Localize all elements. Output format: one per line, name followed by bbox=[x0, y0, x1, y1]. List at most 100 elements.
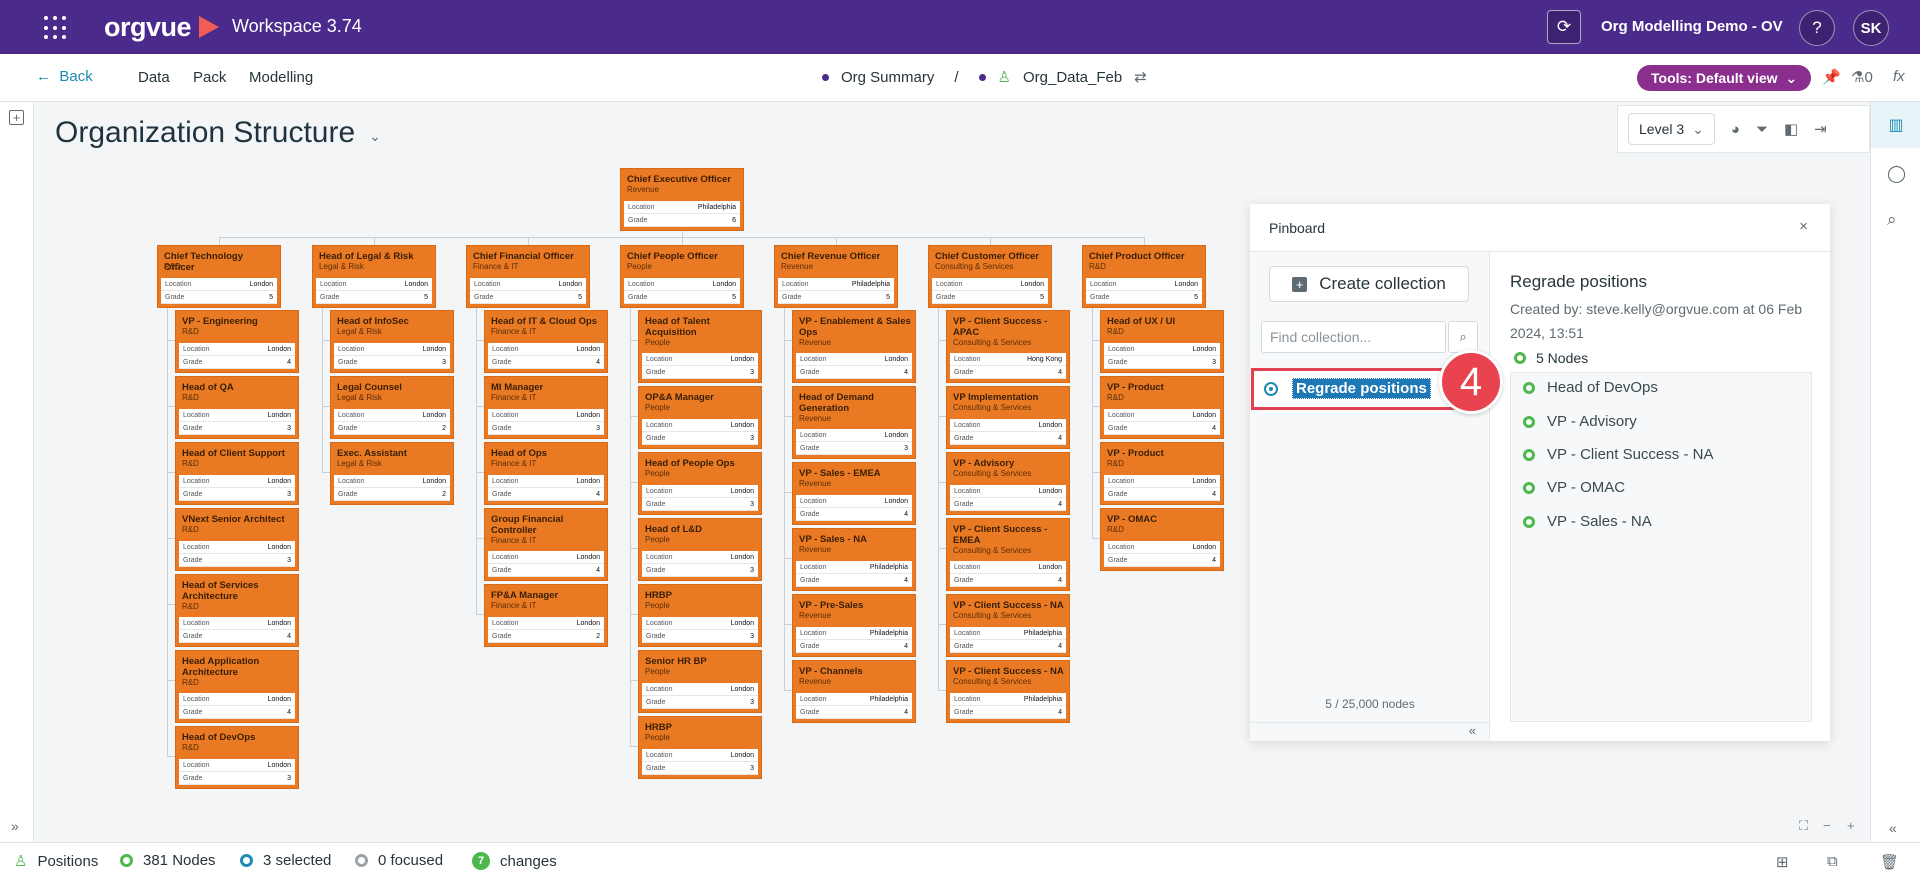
zoom-out-icon[interactable]: − bbox=[1823, 818, 1831, 833]
org-node[interactable]: VP - Client Success - EMEA Consulting & S… bbox=[946, 518, 1070, 591]
zoom-in-icon[interactable]: + bbox=[1847, 818, 1855, 833]
org-node[interactable]: Senior HR BP People Location London Grade 3 bbox=[638, 650, 762, 713]
org-node-grade-row: Grade 4 bbox=[796, 574, 912, 587]
dataset-title[interactable]: Org Modelling Demo - OV bbox=[1601, 18, 1783, 35]
org-node[interactable]: VP - Product R&D Location London Grade 4 bbox=[1100, 442, 1224, 505]
positions-status[interactable]: ♙ Positions bbox=[14, 852, 98, 871]
list-item[interactable]: Head of DevOps bbox=[1523, 379, 1658, 396]
org-node[interactable]: VP - Product R&D Location London Grade 4 bbox=[1100, 376, 1224, 439]
trash-icon[interactable]: 🗑 bbox=[1880, 853, 1899, 871]
org-node[interactable]: Chief Revenue Officer Revenue Location Phil… bbox=[774, 245, 898, 308]
org-node[interactable]: Head of Demand Generation Revenue Location… bbox=[792, 386, 916, 459]
org-node[interactable]: Chief Executive Officer Revenue Location Ph… bbox=[620, 168, 744, 231]
org-node[interactable]: VP - Sales - NA Revenue Location Philadelph… bbox=[792, 528, 916, 591]
pin-icon[interactable]: 📌 bbox=[1822, 68, 1841, 86]
nav-pack[interactable]: Pack bbox=[193, 69, 226, 86]
org-node[interactable]: Exec. Assistant Legal & Risk Location Londo… bbox=[330, 442, 454, 505]
org-node[interactable]: VP - Engineering R&D Location London Grade 4 bbox=[175, 310, 299, 373]
org-node[interactable]: VNext Senior Architect R&D Location London G… bbox=[175, 508, 299, 571]
org-node[interactable]: Chief Product Officer R&D Location London Gr… bbox=[1082, 245, 1206, 308]
org-node[interactable]: Head of InfoSec Legal & Risk Location Londo… bbox=[330, 310, 454, 373]
expand-icon[interactable]: » bbox=[11, 818, 19, 834]
collapse-left-icon[interactable]: « bbox=[1469, 723, 1476, 738]
list-item[interactable]: VP - Client Success - NA bbox=[1523, 446, 1713, 463]
export-icon[interactable]: ⇥ bbox=[1814, 120, 1827, 138]
list-item[interactable]: VP - Sales - NA bbox=[1523, 513, 1652, 530]
org-node[interactable]: Chief Technology Officer R&D Location Londo… bbox=[157, 245, 281, 308]
breadcrumb-org-summary[interactable]: Org Summary bbox=[841, 69, 934, 86]
fit-screen-icon[interactable]: ⛶ bbox=[1799, 818, 1808, 834]
org-node[interactable]: VP - Client Success - APAC Consulting & S… bbox=[946, 310, 1070, 383]
org-node[interactable]: Group Financial Controller Finance & IT Lo… bbox=[484, 508, 608, 581]
filter-icon[interactable]: ⏷ bbox=[1756, 121, 1768, 138]
org-node[interactable]: VP - Enablement & Sales Ops Revenue Locati… bbox=[792, 310, 916, 383]
org-node[interactable]: Chief Customer Officer Consulting & Servi… bbox=[928, 245, 1052, 308]
add-panel-icon[interactable]: + bbox=[9, 110, 24, 125]
org-node[interactable]: HRBP People Location London Grade 3 bbox=[638, 584, 762, 647]
org-node[interactable]: FP&A Manager Finance & IT Location London Gr… bbox=[484, 584, 608, 647]
collection-radio-icon[interactable] bbox=[1264, 382, 1278, 396]
formula-icon[interactable]: fx bbox=[1893, 68, 1905, 85]
org-node[interactable]: VP - Client Success - NA Consulting & Ser… bbox=[946, 594, 1070, 657]
org-node[interactable]: VP Implementation Consulting & Services Lo… bbox=[946, 386, 1070, 449]
collection-item-regrade-positions[interactable]: Regrade positions bbox=[1251, 368, 1468, 410]
help-button[interactable]: ? bbox=[1799, 10, 1835, 46]
selected-status[interactable]: 3 selected bbox=[240, 852, 331, 869]
back-link[interactable]: ← Back bbox=[36, 68, 93, 85]
close-icon[interactable]: × bbox=[1799, 218, 1808, 235]
page-title[interactable]: Organization Structure ⌄ bbox=[55, 116, 381, 150]
org-node[interactable]: Head of DevOps R&D Location London Grade 3 bbox=[175, 726, 299, 789]
org-node[interactable]: Head of Talent Acquisition People Location… bbox=[638, 310, 762, 383]
org-node[interactable]: HRBP People Location London Grade 3 bbox=[638, 716, 762, 779]
layers-icon[interactable]: ◧ bbox=[1784, 120, 1798, 138]
add-icon[interactable]: ⊞ bbox=[1776, 853, 1789, 871]
level-select[interactable]: Level 3 ⌄ bbox=[1628, 113, 1715, 145]
nav-data[interactable]: Data bbox=[138, 69, 170, 86]
search-icon[interactable]: ⌕ bbox=[1448, 321, 1478, 353]
find-collection-input[interactable] bbox=[1261, 321, 1446, 353]
changes-status[interactable]: 7 changes bbox=[472, 852, 557, 870]
circle-icon[interactable]: ◯ bbox=[1887, 164, 1906, 184]
sync-button[interactable]: ⟳ bbox=[1547, 10, 1581, 44]
org-node[interactable]: Head of Services Architecture R&D Location… bbox=[175, 574, 299, 647]
list-item[interactable]: VP - Advisory bbox=[1523, 413, 1637, 430]
org-node[interactable]: VP - Sales - EMEA Revenue Location London Gr… bbox=[792, 462, 916, 525]
orgvue-logo[interactable]: orgvue bbox=[104, 12, 192, 43]
org-node[interactable]: Head of UX / UI R&D Location London Grade 3 bbox=[1100, 310, 1224, 373]
focused-status[interactable]: 0 focused bbox=[355, 852, 443, 869]
breadcrumb-dataset[interactable]: Org_Data_Feb bbox=[1023, 69, 1122, 86]
collection-name-edit[interactable]: Regrade positions bbox=[1292, 378, 1431, 399]
list-item[interactable]: VP - OMAC bbox=[1523, 479, 1625, 496]
org-node[interactable]: VP - Channels Revenue Location Philadelphia… bbox=[792, 660, 916, 723]
user-avatar[interactable]: SK bbox=[1853, 10, 1889, 46]
org-node[interactable]: Head of L&D People Location London Grade 3 bbox=[638, 518, 762, 581]
org-node[interactable]: VP - OMAC R&D Location London Grade 4 bbox=[1100, 508, 1224, 571]
org-node[interactable]: VP - Client Success - NA Consulting & Ser… bbox=[946, 660, 1070, 723]
org-node[interactable]: VP - Pre-Sales Revenue Location Philadelphi… bbox=[792, 594, 916, 657]
duplicate-icon[interactable]: ⧉ bbox=[1827, 853, 1838, 870]
chart-panel-icon[interactable]: ▥ bbox=[1871, 102, 1920, 148]
org-node[interactable]: Head of Legal & Risk Legal & Risk Location… bbox=[312, 245, 436, 308]
swap-icon[interactable]: ⇄ bbox=[1134, 68, 1147, 86]
org-node[interactable]: OP&A Manager People Location London Grade 3 bbox=[638, 386, 762, 449]
create-collection-button[interactable]: + Create collection bbox=[1269, 266, 1469, 302]
org-node[interactable]: Legal Counsel Legal & Risk Location London G… bbox=[330, 376, 454, 439]
palette-icon[interactable]: ◕ bbox=[1731, 121, 1740, 138]
org-node[interactable]: Chief People Officer People Location London… bbox=[620, 245, 744, 308]
org-node[interactable]: Chief Financial Officer Finance & IT Locat… bbox=[466, 245, 590, 308]
org-node[interactable]: Head of Client Support R&D Location London G… bbox=[175, 442, 299, 505]
app-launcher-icon[interactable] bbox=[44, 16, 68, 40]
org-node[interactable]: Head of QA R&D Location London Grade 3 bbox=[175, 376, 299, 439]
search-icon[interactable]: ⌕ bbox=[1887, 210, 1897, 230]
org-node[interactable]: Head of IT & Cloud Ops Finance & IT Locati… bbox=[484, 310, 608, 373]
org-node[interactable]: MI Manager Finance & IT Location London Grad… bbox=[484, 376, 608, 439]
org-node[interactable]: Head of People Ops People Location London Gr… bbox=[638, 452, 762, 515]
collapse-icon[interactable]: « bbox=[1889, 820, 1897, 836]
org-node[interactable]: VP - Advisory Consulting & Services Locati… bbox=[946, 452, 1070, 515]
org-node[interactable]: Head Application Architecture R&D Location… bbox=[175, 650, 299, 723]
org-node[interactable]: Head of Ops Finance & IT Location London Gra… bbox=[484, 442, 608, 505]
flask-icon[interactable]: ⚗0 bbox=[1851, 68, 1873, 86]
tools-view-button[interactable]: Tools: Default view ⌄ bbox=[1637, 65, 1812, 91]
nav-modelling[interactable]: Modelling bbox=[249, 69, 313, 86]
nodes-status[interactable]: 381 Nodes bbox=[120, 852, 216, 869]
